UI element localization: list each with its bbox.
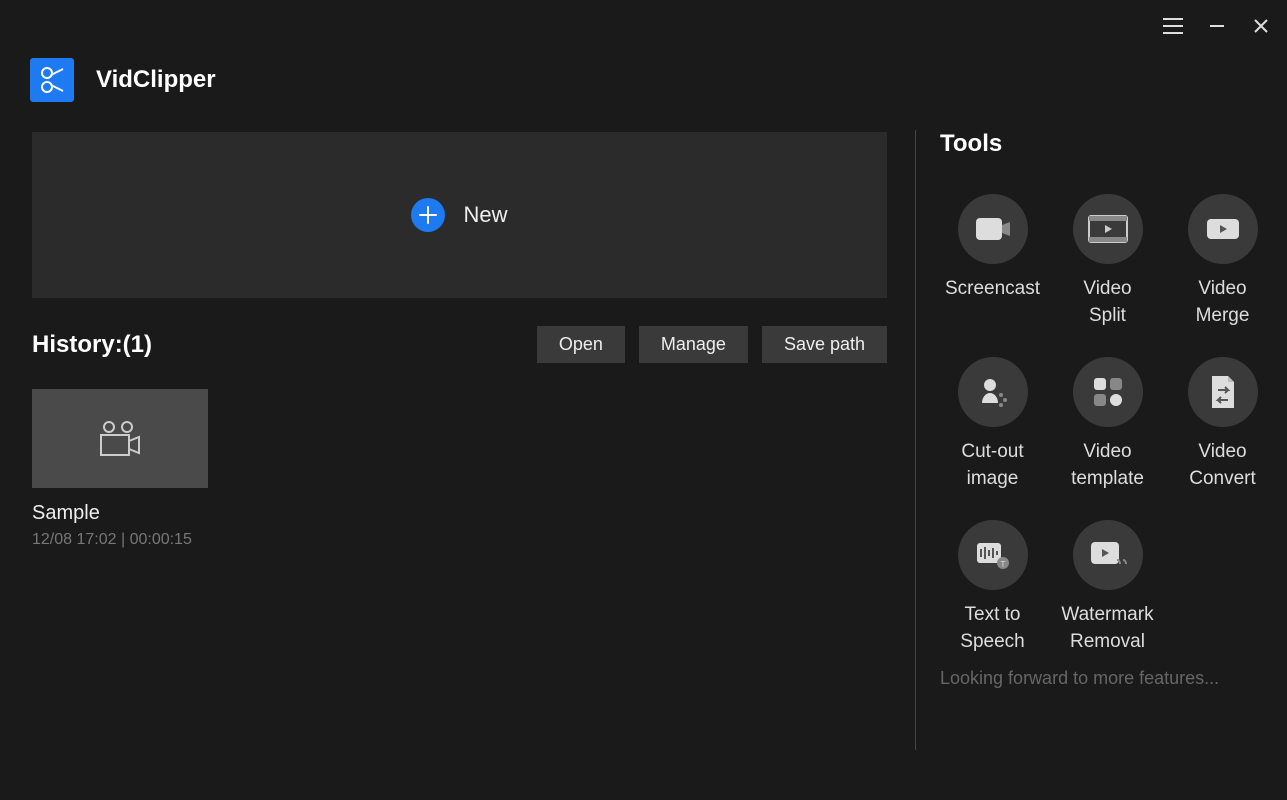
plus-icon — [411, 198, 445, 232]
history-thumbnail — [32, 389, 208, 488]
screencast-icon — [958, 194, 1028, 264]
tool-video-split[interactable]: Video Split — [1055, 194, 1160, 329]
history-item-name: Sample — [32, 502, 208, 525]
history-item[interactable]: Sample 12/08 17:02 | 00:00:15 — [32, 389, 208, 549]
template-icon — [1073, 357, 1143, 427]
tool-label: Video Convert — [1189, 439, 1256, 492]
tool-watermark-removal[interactable]: Watermark Removal — [1055, 520, 1160, 655]
tool-label: Video template — [1071, 439, 1144, 492]
tool-label: Text to Speech — [960, 602, 1024, 655]
tool-label: Video Split — [1083, 276, 1131, 329]
convert-icon — [1188, 357, 1258, 427]
save-path-button[interactable]: Save path — [762, 326, 887, 363]
watermark-icon — [1073, 520, 1143, 590]
minimize-button[interactable] — [1205, 14, 1229, 38]
history-item-meta: 12/08 17:02 | 00:00:15 — [32, 531, 208, 549]
video-split-icon — [1073, 194, 1143, 264]
history-title: History:(1) — [32, 331, 152, 359]
tool-label: Screencast — [945, 276, 1040, 303]
tool-video-convert[interactable]: Video Convert — [1170, 357, 1275, 492]
video-merge-icon — [1188, 194, 1258, 264]
tool-text-to-speech[interactable]: T Text to Speech — [940, 520, 1045, 655]
tool-cutout-image[interactable]: Cut-out image — [940, 357, 1045, 492]
tool-screencast[interactable]: Screencast — [940, 194, 1045, 329]
cutout-icon — [958, 357, 1028, 427]
svg-text:T: T — [1000, 560, 1005, 569]
tool-video-merge[interactable]: Video Merge — [1170, 194, 1275, 329]
new-label: New — [463, 202, 507, 228]
tool-video-template[interactable]: Video template — [1055, 357, 1160, 492]
open-button[interactable]: Open — [537, 326, 625, 363]
tool-label: Watermark Removal — [1061, 602, 1153, 655]
new-project-button[interactable]: New — [32, 132, 887, 298]
close-button[interactable] — [1249, 14, 1273, 38]
tools-title: Tools — [940, 130, 1275, 158]
menu-icon[interactable] — [1161, 14, 1185, 38]
manage-button[interactable]: Manage — [639, 326, 748, 363]
tool-label: Video Merge — [1196, 276, 1250, 329]
app-logo — [30, 58, 74, 102]
tts-icon: T — [958, 520, 1028, 590]
tool-label: Cut-out image — [961, 439, 1023, 492]
app-title: VidClipper — [96, 66, 216, 94]
tools-footer: Looking forward to more features... — [940, 668, 1275, 689]
